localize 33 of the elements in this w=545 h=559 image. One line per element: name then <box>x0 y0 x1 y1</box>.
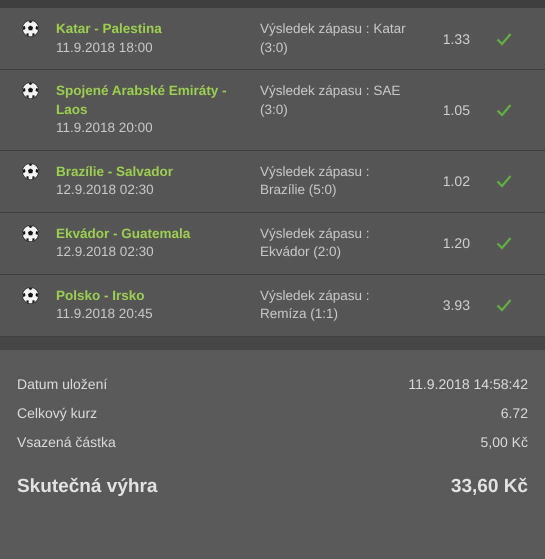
summary-label: Celkový kurz <box>17 405 98 421</box>
soccer-ball-icon <box>22 162 39 180</box>
odds: 1.33 <box>442 30 470 46</box>
summary-value: 5,00 Kč <box>480 434 528 450</box>
match-datetime: 11.9.2018 18:00 <box>56 38 154 56</box>
match-name: Polsko - Irsko <box>56 286 146 304</box>
bet-pick: Výsledek zápasu : Brazílie (5:0) <box>260 162 371 199</box>
summary-value: 11.9.2018 14:58:42 <box>408 376 528 392</box>
summary-label: Vsazená částka <box>17 434 116 450</box>
summary-label: Datum uložení <box>17 376 108 392</box>
match-name: Spojené Arabské Emiráty - Laos <box>56 82 228 118</box>
odds: 1.20 <box>442 235 470 251</box>
match-name: Ekvádor - Guatemala <box>56 224 192 242</box>
soccer-ball-icon <box>22 82 39 99</box>
match-name: Brazílie - Salvador <box>56 162 174 180</box>
match-datetime: 12.9.2018 02:30 <box>56 181 155 199</box>
bet-pick: Výsledek zápasu : SAE (3:0) <box>260 82 402 119</box>
match-datetime: 11.9.2018 20:00 <box>56 119 154 137</box>
total-value: 33,60 Kč <box>450 476 528 498</box>
soccer-ball-icon <box>22 224 39 242</box>
soccer-ball-icon <box>22 286 39 304</box>
odds: 3.93 <box>442 297 470 313</box>
total-label: Skutečná výhra <box>17 476 158 498</box>
match-datetime: 11.9.2018 20:45 <box>56 305 154 323</box>
match-datetime: 12.9.2018 02:30 <box>56 243 155 261</box>
match-name: Katar - Palestina <box>56 20 163 38</box>
bet-pick: Výsledek zápasu : Ekvádor (2:0) <box>260 224 371 261</box>
summary-value: 6.72 <box>500 405 528 421</box>
soccer-ball-icon <box>22 20 39 37</box>
bet-pick: Výsledek zápasu : Katar (3:0) <box>260 20 407 57</box>
odds: 1.05 <box>442 102 470 118</box>
odds: 1.02 <box>442 173 470 189</box>
bet-pick: Výsledek zápasu : Remíza (1:1) <box>260 286 371 323</box>
